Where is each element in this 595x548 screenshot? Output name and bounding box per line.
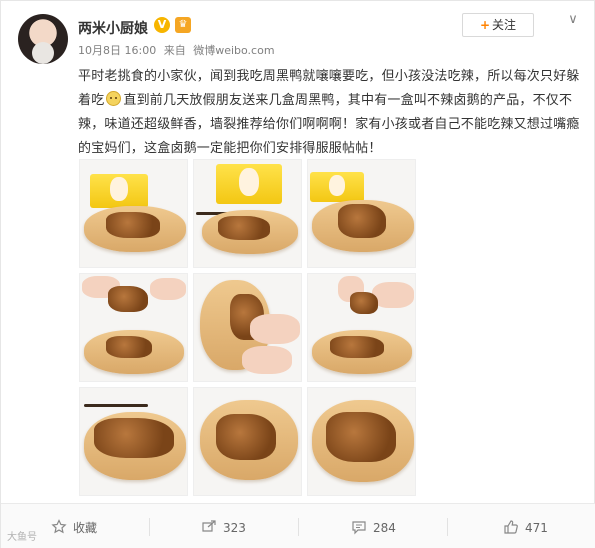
like-count: 471 xyxy=(525,521,548,535)
goose-food-image xyxy=(94,418,174,458)
goose-food-image xyxy=(216,414,276,460)
post-text: 平时老挑食的小家伙，闻到我吃周黑鸭就嚷嚷要吃，但小孩没法吃辣，所以每次只好躲着吃… xyxy=(78,65,584,161)
verified-icon: V xyxy=(154,17,170,33)
goose-food-image xyxy=(338,204,386,238)
action-bar: 大鱼号 收藏 323 284 471 xyxy=(1,503,595,548)
post-text-part-2: 直到前几天放假朋友送来几盒周黑鸭，其中有一盒叫不辣卤鹅的产品，不仅不辣，味道还超… xyxy=(78,93,580,156)
package-image xyxy=(90,174,148,208)
weibo-post-card: 两米小厨娘 V ♛ 10月8日 16:00 来自 微博weibo.com + 关注… xyxy=(0,0,595,548)
comment-button[interactable]: 284 xyxy=(351,518,396,538)
star-icon xyxy=(51,519,67,534)
photo-7[interactable] xyxy=(79,387,188,496)
like-button[interactable]: 471 xyxy=(503,518,548,538)
follow-button[interactable]: + 关注 xyxy=(462,13,534,37)
photo-8[interactable] xyxy=(193,387,302,496)
comment-icon xyxy=(352,521,366,535)
goose-food-image xyxy=(218,216,270,240)
member-level-icon: ♛ xyxy=(175,17,191,33)
user-name[interactable]: 两米小厨娘 xyxy=(78,18,148,38)
divider xyxy=(149,518,150,536)
hand-image xyxy=(242,346,292,374)
divider xyxy=(298,518,299,536)
post-date[interactable]: 10月8日 16:00 xyxy=(78,44,156,57)
comment-count: 284 xyxy=(373,521,396,535)
chopsticks-image xyxy=(84,404,148,407)
goose-food-image xyxy=(350,292,378,314)
photo-9[interactable] xyxy=(307,387,416,496)
post-source[interactable]: 微博weibo.com xyxy=(193,44,274,57)
photo-5[interactable] xyxy=(193,273,302,382)
package-image xyxy=(310,172,364,202)
user-avatar[interactable] xyxy=(18,14,68,64)
goose-food-image xyxy=(106,212,160,238)
cute-face-emoji-icon xyxy=(106,91,122,106)
thumbs-up-icon xyxy=(504,520,518,534)
photo-1[interactable] xyxy=(79,159,188,268)
hand-image xyxy=(250,314,300,344)
watermark: 大鱼号 xyxy=(7,532,37,543)
divider xyxy=(447,518,448,536)
goose-food-image xyxy=(108,286,148,312)
photo-6[interactable] xyxy=(307,273,416,382)
photo-3[interactable] xyxy=(307,159,416,268)
repost-icon xyxy=(202,520,216,532)
hand-image xyxy=(372,282,414,308)
favorite-button[interactable]: 收藏 xyxy=(51,518,97,538)
favorite-label: 收藏 xyxy=(73,521,98,535)
photo-2[interactable] xyxy=(193,159,302,268)
plus-icon: + xyxy=(479,18,491,32)
hand-image xyxy=(150,278,186,300)
follow-label: 关注 xyxy=(492,18,517,32)
chevron-down-icon[interactable]: ∨ xyxy=(564,11,582,29)
goose-food-image xyxy=(326,412,396,462)
goose-food-image xyxy=(106,336,152,358)
source-prefix: 来自 xyxy=(163,44,186,57)
repost-button[interactable]: 323 xyxy=(201,518,246,538)
photo-4[interactable] xyxy=(79,273,188,382)
package-image xyxy=(216,164,282,204)
post-meta: 10月8日 16:00 来自 微博weibo.com xyxy=(78,42,279,58)
goose-food-image xyxy=(330,336,384,358)
repost-count: 323 xyxy=(223,521,246,535)
